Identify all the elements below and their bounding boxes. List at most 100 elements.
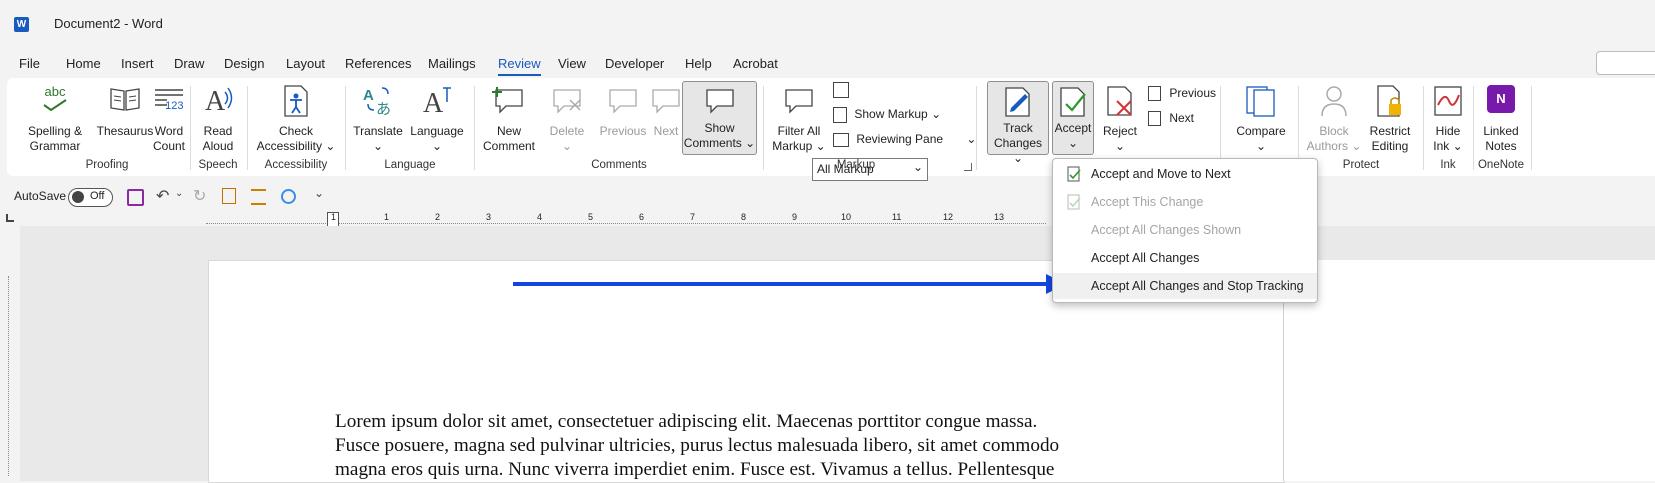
ruler-number: 2	[435, 212, 441, 222]
paragraph-line: Fusce posuere, magna sed pulvinar ultric…	[335, 435, 1060, 456]
compare-icon	[1246, 86, 1275, 117]
circle-icon[interactable]	[281, 189, 296, 204]
menu-item-label: Accept This Change	[1091, 195, 1204, 209]
autosave-label: AutoSave	[14, 189, 67, 203]
tab-references[interactable]: References	[345, 56, 411, 71]
document-body[interactable]: Lorem ipsum dolor sit amet, consectetuer…	[335, 410, 1155, 482]
checkmark-icon	[43, 99, 67, 111]
tab-help[interactable]: Help	[685, 56, 712, 71]
show-comments-button[interactable]: Show Comments ⌄	[682, 81, 757, 155]
ruler-number: 13	[994, 212, 1005, 222]
translate-button[interactable]: Aあ Translate ⌄	[351, 82, 405, 156]
tab-selector-icon[interactable]	[6, 214, 14, 222]
number-icon: 123	[165, 100, 184, 112]
spelling-grammar-button[interactable]: abc Spelling & Grammar	[17, 82, 93, 156]
accessibility-label-row: Accessibility ⌄	[253, 139, 339, 154]
chevron-down-icon: ⌄	[325, 139, 336, 153]
markup-label-row: Markup ⌄	[771, 139, 827, 154]
previous-change-button[interactable]: Previous	[1148, 86, 1217, 102]
group-label-comments: Comments	[591, 159, 647, 171]
authors-label-row: Authors ⌄	[1305, 139, 1363, 154]
annotation-arrow-shaft	[513, 282, 1048, 286]
hide-ink-button[interactable]: Hide Ink ⌄	[1428, 82, 1468, 156]
tab-developer[interactable]: Developer	[605, 56, 664, 71]
next-change-button[interactable]: Next	[1148, 111, 1194, 127]
next-comment-button[interactable]: Next	[645, 82, 687, 156]
reject-icon	[1107, 86, 1132, 116]
format-painter-icon[interactable]	[222, 188, 236, 204]
undo-icon[interactable]: ↶	[156, 186, 169, 206]
autosave-toggle[interactable]: Off	[68, 188, 113, 207]
markup-dialog-launcher-icon[interactable]	[964, 163, 972, 171]
tab-review[interactable]: Review	[498, 56, 541, 76]
group-separator	[763, 86, 764, 170]
menu-item-accept-all-changes[interactable]: Accept All Changes	[1053, 245, 1317, 271]
hide-label: Hide	[1435, 124, 1461, 138]
read-aloud-button[interactable]: A Read Aloud	[195, 82, 241, 156]
spelling-icon: abc	[44, 84, 66, 99]
redo-icon: ↻	[193, 188, 207, 205]
reviewing-pane-label: Reviewing Pane	[856, 132, 944, 146]
check-accessibility-button[interactable]: Check Accessibility ⌄	[253, 82, 339, 156]
menu-item-accept-and-move-to-next[interactable]: Accept and Move to Next	[1053, 161, 1317, 187]
chevron-down-icon: ⌄	[745, 136, 756, 150]
tab-mailings[interactable]: Mailings	[428, 56, 476, 71]
group-separator	[1473, 86, 1474, 170]
autosave-state: Off	[90, 190, 105, 202]
read-label: Read	[203, 124, 233, 138]
tab-home[interactable]: Home	[66, 56, 101, 71]
show-markup-button[interactable]: Show Markup ⌄	[833, 107, 941, 123]
reviewing-pane-icon	[833, 132, 849, 147]
translate-icon: Aあ	[363, 87, 391, 116]
filter-all-markup-button[interactable]: Filter All Markup ⌄	[771, 82, 827, 156]
linked-notes-button[interactable]: N Linked Notes	[1476, 82, 1526, 156]
delete-comment-button[interactable]: Delete ⌄	[543, 82, 591, 156]
horizontal-ruler: 1 1 2 3 4 5 6 7 8 9 10 11 12 13	[0, 212, 1655, 228]
compare-button[interactable]: Compare ⌄	[1228, 82, 1294, 156]
tab-acrobat[interactable]: Acrobat	[733, 56, 778, 71]
previous-comment-button[interactable]: Previous	[595, 82, 651, 156]
previous-change-icon	[1148, 86, 1161, 102]
language-button[interactable]: A Language ⌄	[405, 82, 469, 156]
tab-design[interactable]: Design	[224, 56, 264, 71]
hide-ink-icon	[1434, 86, 1462, 116]
list-icon[interactable]	[251, 189, 266, 205]
reviewing-pane-button[interactable]: Reviewing Pane ⌄	[833, 132, 976, 147]
word-count-button[interactable]: 123 Word Count	[147, 82, 191, 156]
chevron-down-icon: ⌄	[966, 132, 977, 146]
read-aloud-icon: A	[205, 86, 233, 116]
group-label-markup: Markup	[836, 159, 876, 171]
group-separator	[345, 86, 346, 170]
markup-label: Markup	[772, 139, 813, 153]
group-label-onenote: OneNote	[1477, 159, 1525, 171]
group-separator	[1423, 86, 1424, 170]
language-label: Language	[410, 124, 464, 138]
group-separator	[247, 86, 248, 170]
ribbon: abc Spelling & Grammar Thesaurus 123 Wor…	[7, 78, 1655, 181]
tab-insert[interactable]: Insert	[121, 56, 154, 71]
tab-view[interactable]: View	[558, 56, 586, 71]
menu-item-accept-all-changes-shown[interactable]: Accept All Changes Shown	[1053, 217, 1317, 243]
undo-dropdown-icon[interactable]: ⌄	[175, 188, 183, 199]
reject-button[interactable]: Reject ⌄	[1098, 82, 1142, 156]
svg-text:A: A	[423, 88, 444, 116]
restrict-editing-button[interactable]: Restrict Editing	[1363, 82, 1417, 156]
tab-layout[interactable]: Layout	[286, 56, 325, 71]
accessibility-label: Accessibility	[256, 139, 322, 153]
new-comment-button[interactable]: New Comment	[481, 82, 537, 156]
save-icon[interactable]	[127, 189, 144, 206]
delete-comment-icon	[553, 89, 581, 114]
ruler-number: 8	[741, 212, 747, 222]
customize-qat-icon[interactable]: ⌄	[314, 186, 324, 200]
share-button[interactable]	[1596, 51, 1655, 75]
accept-label: Accept	[1054, 121, 1092, 135]
track-changes-button[interactable]: Track Changes ⌄	[987, 81, 1049, 165]
tab-draw[interactable]: Draw	[174, 56, 204, 71]
previous-change-label: Previous	[1169, 86, 1217, 100]
accept-button[interactable]: Accept ⌄	[1052, 81, 1094, 155]
menu-item-accept-all-changes-and-stop-tracking[interactable]: Accept All Changes and Stop Tracking	[1053, 273, 1317, 299]
tab-file[interactable]: File	[19, 56, 40, 71]
menu-item-label: Accept All Changes Shown	[1091, 223, 1242, 237]
block-authors-button[interactable]: Block Authors ⌄	[1305, 82, 1363, 156]
menu-item-accept-this-change[interactable]: Accept This Change	[1053, 189, 1317, 215]
